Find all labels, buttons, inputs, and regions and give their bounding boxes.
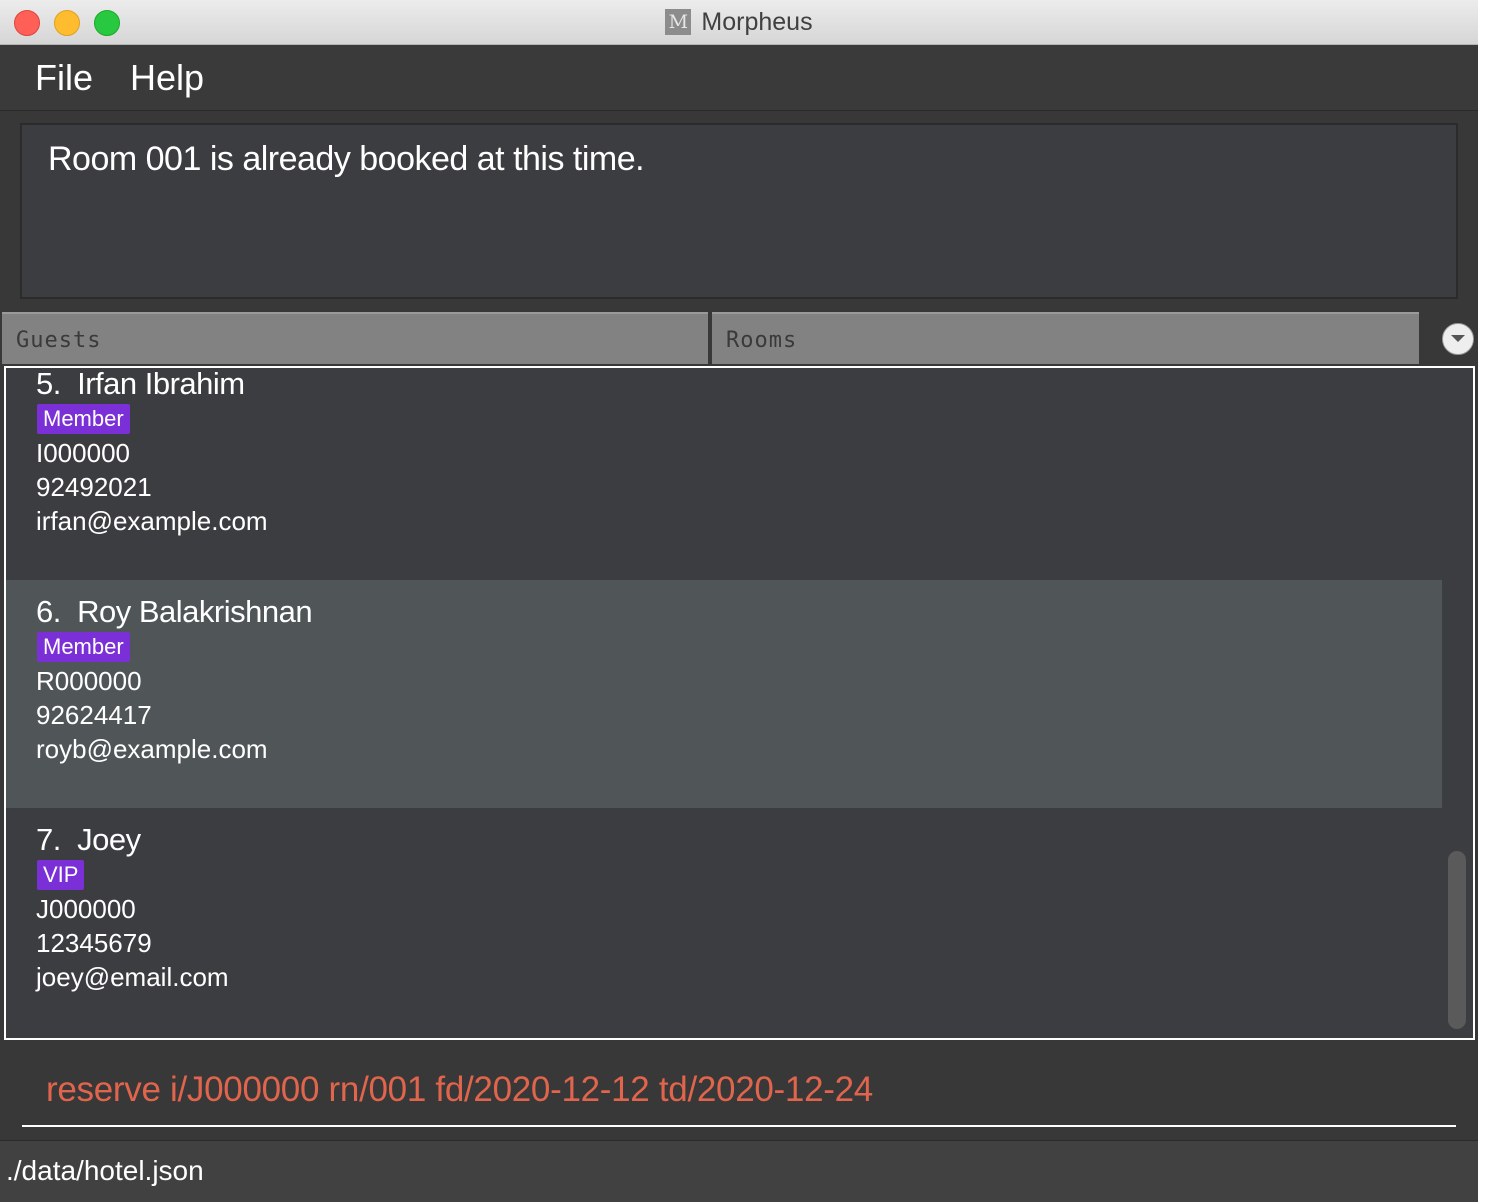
- guest-email: royb@example.com: [36, 734, 268, 764]
- tab-list-dropdown-button[interactable]: [1442, 323, 1474, 355]
- guest-name: 6. Roy Balakrishnan: [36, 594, 313, 630]
- tab-rooms[interactable]: Rooms: [712, 312, 1419, 364]
- command-input-underline: [22, 1125, 1456, 1127]
- menu-help[interactable]: Help: [130, 57, 204, 99]
- guest-name-text: Joey: [77, 822, 141, 857]
- result-message: Room 001 is already booked at this time.: [48, 140, 645, 178]
- tab-guests-label: Guests: [16, 328, 102, 353]
- command-input[interactable]: reserve i/J000000 rn/001 fd/2020-12-12 t…: [46, 1070, 873, 1110]
- guest-tag-badge: Member: [37, 404, 130, 434]
- title-bar: M Morpheus: [0, 0, 1478, 45]
- command-box[interactable]: reserve i/J000000 rn/001 fd/2020-12-12 t…: [0, 1040, 1478, 1138]
- guest-index: 6.: [36, 594, 61, 629]
- guest-phone: 12345679: [36, 928, 152, 958]
- guest-phone: 92492021: [36, 472, 152, 502]
- guest-card[interactable]: 7. Joey VIP J000000 12345679 joey@email.…: [6, 808, 1442, 1036]
- guest-tag-badge: VIP: [37, 860, 85, 890]
- guest-id: J000000: [36, 894, 136, 924]
- guest-id: R000000: [36, 666, 142, 696]
- menu-file[interactable]: File: [35, 57, 93, 99]
- guest-list-scrollbar[interactable]: [1448, 851, 1466, 1029]
- result-display-area: Room 001 is already booked at this time.: [0, 111, 1478, 307]
- guest-email: joey@email.com: [36, 962, 229, 992]
- window-title-text: Morpheus: [701, 7, 813, 36]
- window-title: M Morpheus: [0, 0, 1478, 44]
- data-file-path: ./data/hotel.json: [6, 1155, 204, 1186]
- guest-tag-badge: Member: [37, 632, 130, 662]
- guest-name: 7. Joey: [36, 822, 141, 858]
- tab-guests[interactable]: Guests: [2, 312, 708, 364]
- tab-rooms-label: Rooms: [726, 328, 798, 353]
- guest-email: irfan@example.com: [36, 506, 268, 536]
- guest-card[interactable]: 6. Roy Balakrishnan Member R000000 92624…: [6, 580, 1442, 808]
- status-bar: ./data/hotel.json: [0, 1140, 1478, 1202]
- guest-phone: 92624417: [36, 700, 152, 730]
- guest-name-text: Roy Balakrishnan: [77, 594, 313, 629]
- guest-name-text: Irfan Ibrahim: [77, 366, 245, 401]
- menu-bar: File Help: [0, 45, 1478, 111]
- app-window: M Morpheus File Help Room 001 is already…: [0, 0, 1478, 1202]
- guest-card[interactable]: 5. Irfan Ibrahim Member I000000 92492021…: [6, 368, 1442, 596]
- result-display[interactable]: Room 001 is already booked at this time.: [20, 123, 1458, 299]
- guest-list[interactable]: 5. Irfan Ibrahim Member I000000 92492021…: [4, 366, 1475, 1040]
- chevron-down-icon: [1451, 335, 1465, 342]
- app-logo-icon: M: [665, 9, 692, 35]
- guest-name: 5. Irfan Ibrahim: [36, 366, 245, 402]
- guest-id: I000000: [36, 438, 130, 468]
- guest-index: 7.: [36, 822, 61, 857]
- guest-index: 5.: [36, 366, 61, 401]
